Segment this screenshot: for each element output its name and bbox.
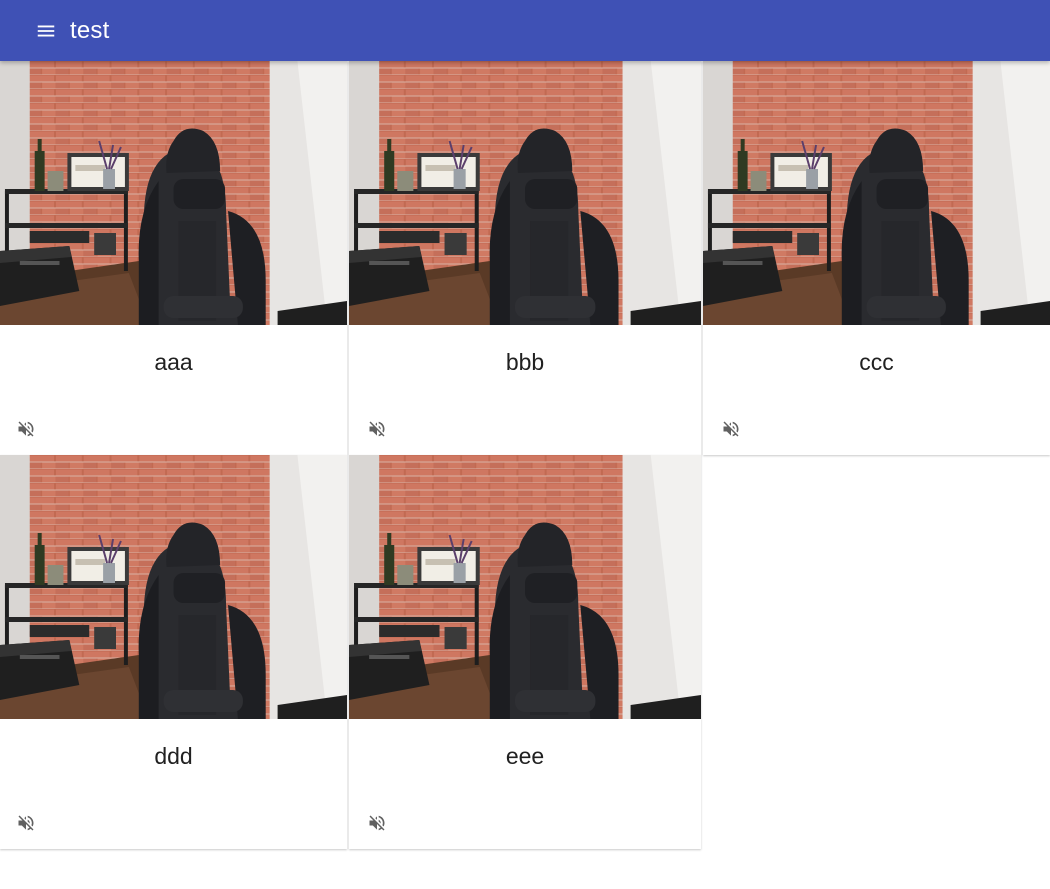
participant-card[interactable]: ddd: [0, 455, 347, 849]
participant-card[interactable]: bbb: [349, 61, 701, 455]
video-feed: [703, 61, 1050, 325]
video-feed: [349, 455, 701, 719]
participant-card[interactable]: eee: [349, 455, 701, 849]
menu-icon[interactable]: [30, 15, 62, 47]
app-title: test: [70, 16, 110, 44]
volume-off-icon[interactable]: [365, 417, 389, 441]
participant-name: aaa: [154, 349, 193, 375]
volume-off-icon[interactable]: [14, 811, 38, 835]
volume-off-icon[interactable]: [365, 811, 389, 835]
volume-off-icon[interactable]: [14, 417, 38, 441]
video-feed: [0, 455, 347, 719]
participant-name: eee: [505, 743, 545, 769]
participant-name: bbb: [505, 349, 545, 375]
video-feed: [349, 61, 701, 325]
participant-card[interactable]: ccc: [703, 61, 1050, 455]
volume-off-icon[interactable]: [719, 417, 743, 441]
participant-card[interactable]: aaa: [0, 61, 347, 455]
video-feed: [0, 61, 347, 325]
participant-name: ccc: [859, 349, 894, 375]
app-bar: test: [0, 0, 1050, 61]
participant-name: ddd: [154, 743, 193, 769]
